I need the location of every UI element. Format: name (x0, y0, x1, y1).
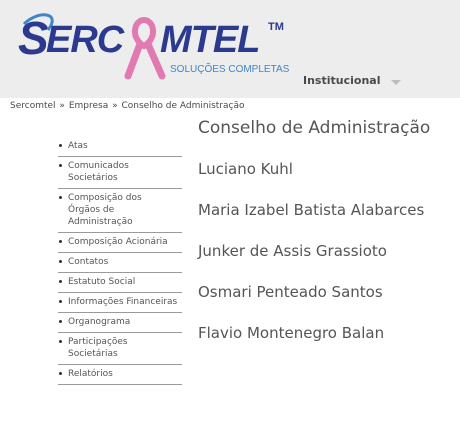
nav-institucional-label: Institucional (303, 74, 381, 87)
chevron-down-icon (390, 72, 402, 91)
bullet-icon (59, 196, 62, 199)
brand-tagline: SOLUÇÕES COMPLETAS (170, 62, 290, 75)
sidebar-item-label: Informações Financeiras (68, 297, 178, 307)
sidebar-item-informacoes[interactable]: Informações Financeiras (58, 293, 182, 313)
sidebar-item-contatos[interactable]: Contatos (58, 253, 182, 273)
page-title: Conselho de Administração (198, 118, 431, 138)
sidebar-item-label: Comunicados Societários (68, 161, 129, 183)
sidebar-item-label: Composição Acionária (68, 237, 168, 247)
bullet-icon (59, 300, 62, 303)
main-content: Conselho de Administração Luciano Kuhl M… (198, 118, 431, 342)
sidebar-item-label: Contatos (68, 257, 109, 267)
trademark-mark: TM (268, 21, 284, 33)
breadcrumb-separator: » (112, 101, 118, 111)
sidebar-menu: Atas Comunicados Societários Composição … (58, 137, 182, 385)
sidebar-item-label: Organograma (68, 317, 131, 327)
bullet-icon (59, 164, 62, 167)
site-header: S ERC MTEL TM SOLUÇÕES COMPLETAS Institu… (0, 0, 460, 98)
breadcrumb: Sercomtel » Empresa » Conselho de Admini… (10, 101, 245, 111)
sidebar-item-participacoes[interactable]: Participações Societárias (58, 333, 182, 365)
sidebar-item-relatorios[interactable]: Relatórios (58, 365, 182, 385)
board-member: Flavio Montenegro Balan (198, 324, 385, 342)
board-member: Maria Izabel Batista Alabarces (198, 201, 425, 219)
board-member: Osmari Penteado Santos (198, 283, 383, 301)
svg-text:ERC: ERC (46, 19, 125, 61)
sidebar-item-label: Participações Societárias (68, 337, 128, 359)
svg-text:MTEL: MTEL (160, 19, 259, 61)
sercomtel-logo[interactable]: S ERC MTEL TM SOLUÇÕES COMPLETAS (18, 4, 298, 90)
bullet-icon (59, 280, 62, 283)
board-member: Luciano Kuhl (198, 160, 293, 178)
sidebar-item-composicao-acionaria[interactable]: Composição Acionária (58, 233, 182, 253)
breadcrumb-item-current: Conselho de Administração (121, 101, 245, 111)
bullet-icon (59, 372, 62, 375)
breadcrumb-separator: » (59, 101, 65, 111)
svg-text:S: S (18, 12, 49, 64)
sidebar-item-label: Relatórios (68, 369, 113, 379)
nav-institucional[interactable]: Institucional (303, 70, 402, 91)
sidebar-item-comunicados[interactable]: Comunicados Societários (58, 157, 182, 189)
sidebar-item-composicao-orgaos[interactable]: Composição dos Órgãos de Administração (58, 189, 182, 233)
sidebar-item-label: Atas (68, 141, 88, 151)
board-member: Junker de Assis Grassioto (198, 242, 387, 260)
bullet-icon (59, 144, 62, 147)
sidebar-item-organograma[interactable]: Organograma (58, 313, 182, 333)
breadcrumb-item-sercomtel[interactable]: Sercomtel (10, 101, 56, 111)
breadcrumb-item-empresa[interactable]: Empresa (69, 101, 108, 111)
sidebar-item-label: Estatuto Social (68, 277, 136, 287)
sidebar-item-atas[interactable]: Atas (58, 137, 182, 157)
bullet-icon (59, 260, 62, 263)
bullet-icon (59, 240, 62, 243)
bullet-icon (59, 340, 62, 343)
sidebar-item-label: Composição dos Órgãos de Administração (68, 193, 142, 227)
bullet-icon (59, 320, 62, 323)
sidebar-item-estatuto[interactable]: Estatuto Social (58, 273, 182, 293)
